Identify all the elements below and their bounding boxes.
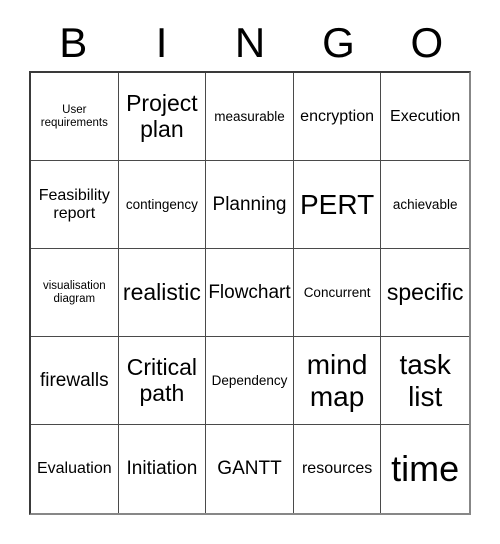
bingo-cell-r3c3[interactable]: Flowchart [206, 249, 294, 337]
bingo-cell-label: Critical path [126, 353, 198, 406]
bingo-cell-label: visualisation diagram [42, 279, 106, 305]
bingo-cell-r4c2[interactable]: Critical path [118, 337, 207, 425]
bingo-cell-r2c1[interactable]: Feasibility report [31, 161, 119, 249]
bingo-cell-label: Project plan [126, 89, 198, 142]
bingo-cell-r3c1[interactable]: visualisation diagram [31, 249, 119, 337]
bingo-grid: User requirements Project plan measurable e… [29, 71, 471, 515]
bingo-cell-r1c5[interactable]: Execution [381, 73, 469, 161]
bingo-header-letter-o: O [410, 18, 444, 66]
bingo-cell-label: mind map [306, 349, 368, 412]
bingo-cell-label: Dependency [211, 372, 288, 388]
bingo-header-letter-i: I [155, 18, 168, 66]
bingo-cell-r3c5[interactable]: specific [381, 249, 469, 337]
bingo-header-letter-b: B [59, 18, 88, 66]
bingo-cell-r2c3[interactable]: Planning [206, 161, 294, 249]
bingo-card: B I N G O User requirements Project plan measu… [0, 0, 500, 544]
bingo-cell-label: time [391, 447, 460, 489]
bingo-cell-label: achievable [392, 196, 458, 212]
bingo-header-letter-g: G [322, 18, 355, 66]
bingo-cell-label: task list [399, 349, 451, 412]
bingo-cell-r5c2[interactable]: Initiation [118, 425, 207, 513]
bingo-cell-r1c1[interactable]: User requirements [31, 73, 119, 161]
bingo-cell-label: Concurrent [303, 284, 371, 300]
bingo-cell-label: User requirements [40, 103, 108, 129]
bingo-cell-r2c4[interactable]: PERT [293, 161, 382, 249]
bingo-cell-label: realistic [122, 278, 201, 305]
bingo-header-letter-n: N [234, 18, 266, 66]
bingo-cell-r3c2[interactable]: realistic [118, 249, 207, 337]
bingo-cell-label: Execution [390, 107, 461, 125]
bingo-cell-r2c5[interactable]: achievable [381, 161, 469, 249]
bingo-header-row: BINGO [29, 14, 471, 71]
bingo-cell-label: GANTT [217, 458, 282, 480]
bingo-cell-r5c1[interactable]: Evaluation [31, 425, 119, 513]
bingo-cell-r4c3[interactable]: Dependency [206, 337, 294, 425]
bingo-cell-label: measurable [214, 108, 285, 124]
bingo-cell-r4c1[interactable]: firewalls [31, 337, 119, 425]
bingo-cell-label: Initiation [126, 458, 198, 480]
bingo-cell-r5c5[interactable]: time [381, 425, 469, 513]
bingo-cell-label: specific [386, 278, 464, 305]
bingo-cell-r2c2[interactable]: contingency [118, 161, 207, 249]
bingo-cell-label: firewalls [39, 369, 109, 391]
bingo-cell-label: Planning [212, 193, 287, 215]
bingo-cell-label: Evaluation [36, 460, 112, 478]
bingo-cell-r4c5[interactable]: task list [381, 337, 469, 425]
bingo-cell-label: encryption [300, 107, 374, 125]
bingo-cell-r4c4[interactable]: mind map [293, 337, 382, 425]
bingo-cell-r1c2[interactable]: Project plan [118, 73, 207, 161]
bingo-cell-r1c3[interactable]: measurable [206, 73, 294, 161]
bingo-cell-r1c4[interactable]: encryption [293, 73, 382, 161]
bingo-cell-r3c4[interactable]: Concurrent [293, 249, 382, 337]
bingo-cell-label: Feasibility report [38, 186, 110, 222]
bingo-cell-r5c3[interactable]: GANTT [206, 425, 294, 513]
bingo-cell-label: resources [301, 460, 373, 478]
bingo-cell-label: PERT [300, 188, 375, 220]
bingo-cell-r5c4[interactable]: resources [293, 425, 382, 513]
bingo-cell-label: Flowchart [208, 281, 291, 303]
bingo-cell-label: contingency [125, 196, 198, 212]
